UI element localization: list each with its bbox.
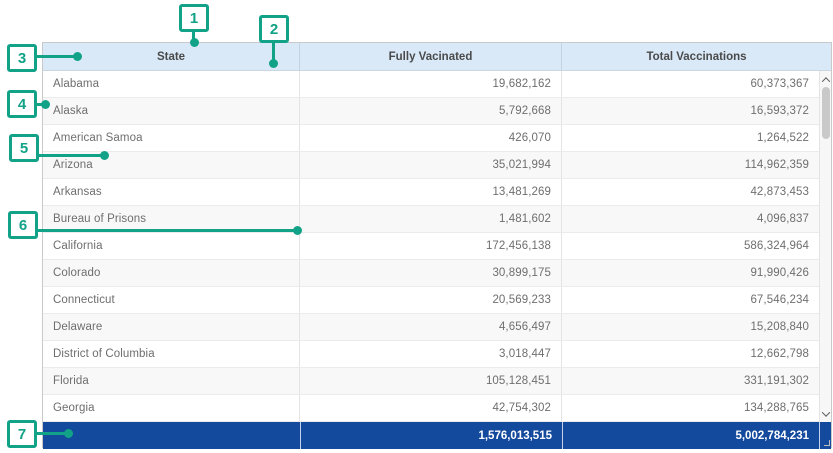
callout-1-dot (190, 38, 199, 47)
cell-fully-vacinated: 5,792,668 (300, 98, 562, 124)
table-row[interactable]: Arizona 35,021,994 114,962,359 (43, 152, 819, 179)
table-row[interactable]: Georgia 42,754,302 134,288,765 (43, 395, 819, 422)
table-row[interactable]: Colorado 30,899,175 91,990,426 (43, 260, 819, 287)
summary-total-vaccinations: 5,002,784,231 (562, 422, 819, 449)
summary-row: 1,576,013,515 5,002,784,231 (43, 422, 831, 449)
cell-fully-vacinated: 35,021,994 (300, 152, 562, 178)
scroll-down-button[interactable] (820, 407, 831, 420)
callout-7-dot (64, 429, 73, 438)
table-row[interactable]: Alabama 19,682,162 60,373,367 (43, 71, 819, 98)
table-body: Alabama 19,682,162 60,373,367 Alaska 5,7… (43, 71, 819, 422)
cell-total-vaccinations: 586,324,964 (562, 233, 819, 259)
cell-fully-vacinated: 19,682,162 (300, 71, 562, 97)
scrollbar-thumb[interactable] (822, 87, 830, 139)
cell-state: Connecticut (43, 287, 300, 313)
cell-state: Colorado (43, 260, 300, 286)
table-row[interactable]: California 172,456,138 586,324,964 (43, 233, 819, 260)
cell-state: Delaware (43, 314, 300, 340)
callout-5-line (39, 154, 104, 157)
cell-state: District of Columbia (43, 341, 300, 367)
cell-total-vaccinations: 1,264,522 (562, 125, 819, 151)
cell-total-vaccinations: 331,191,302 (562, 368, 819, 394)
cell-total-vaccinations: 42,873,453 (562, 179, 819, 205)
callout-6-dot (293, 226, 302, 235)
chevron-down-icon (821, 408, 829, 416)
table-row[interactable]: American Samoa 426,070 1,264,522 (43, 125, 819, 152)
column-header-total-vaccinations[interactable]: Total Vaccinations (562, 43, 831, 70)
callout-6-line (38, 229, 297, 232)
cell-state: Alaska (43, 98, 300, 124)
callout-1-marker: 1 (179, 4, 209, 32)
callout-3-dot (73, 52, 82, 61)
callout-2-dot (269, 59, 278, 68)
cell-fully-vacinated: 3,018,447 (300, 341, 562, 367)
cell-total-vaccinations: 60,373,367 (562, 71, 819, 97)
callout-2-marker: 2 (259, 15, 289, 43)
cell-fully-vacinated: 4,656,497 (300, 314, 562, 340)
cell-fully-vacinated: 42,754,302 (300, 395, 562, 421)
cell-total-vaccinations: 91,990,426 (562, 260, 819, 286)
cell-fully-vacinated: 172,456,138 (300, 233, 562, 259)
callout-3-marker: 3 (7, 44, 37, 72)
cell-total-vaccinations: 134,288,765 (562, 395, 819, 421)
table-row[interactable]: Delaware 4,656,497 15,208,840 (43, 314, 819, 341)
cell-state: California (43, 233, 300, 259)
cell-state: Arkansas (43, 179, 300, 205)
callout-6-marker: 6 (8, 211, 38, 239)
page: State Fully Vacinated Total Vaccinations… (0, 0, 833, 453)
data-table: State Fully Vacinated Total Vaccinations… (42, 42, 832, 448)
cell-state: Florida (43, 368, 300, 394)
callout-7-marker: 7 (7, 420, 37, 448)
table-header: State Fully Vacinated Total Vaccinations (43, 43, 831, 71)
callout-3-line (37, 55, 77, 58)
callout-5-marker: 5 (9, 134, 39, 162)
callout-5-dot (100, 151, 109, 160)
scroll-up-button[interactable] (820, 73, 831, 86)
cell-total-vaccinations: 114,962,359 (562, 152, 819, 178)
cell-fully-vacinated: 20,569,233 (300, 287, 562, 313)
cell-fully-vacinated: 1,481,602 (300, 206, 562, 232)
table-row[interactable]: Arkansas 13,481,269 42,873,453 (43, 179, 819, 206)
table-row[interactable]: Alaska 5,792,668 16,593,372 (43, 98, 819, 125)
cell-fully-vacinated: 13,481,269 (300, 179, 562, 205)
summary-state-cell (43, 422, 300, 449)
cell-state: Alabama (43, 71, 300, 97)
cell-state: American Samoa (43, 125, 300, 151)
cell-fully-vacinated: 426,070 (300, 125, 562, 151)
resize-grip-icon (824, 440, 830, 446)
callout-4-dot (41, 100, 50, 109)
table-row[interactable]: District of Columbia 3,018,447 12,662,79… (43, 341, 819, 368)
cell-total-vaccinations: 16,593,372 (562, 98, 819, 124)
cell-total-vaccinations: 12,662,798 (562, 341, 819, 367)
table-row[interactable]: Florida 105,128,451 331,191,302 (43, 368, 819, 395)
cell-fully-vacinated: 105,128,451 (300, 368, 562, 394)
cell-fully-vacinated: 30,899,175 (300, 260, 562, 286)
table-row[interactable]: Connecticut 20,569,233 67,546,234 (43, 287, 819, 314)
cell-total-vaccinations: 67,546,234 (562, 287, 819, 313)
summary-fully-vacinated: 1,576,013,515 (300, 422, 562, 449)
vertical-scrollbar[interactable] (819, 71, 831, 422)
chevron-up-icon (821, 77, 829, 85)
cell-total-vaccinations: 15,208,840 (562, 314, 819, 340)
callout-4-marker: 4 (7, 90, 37, 118)
cell-total-vaccinations: 4,096,837 (562, 206, 819, 232)
column-header-fully-vacinated[interactable]: Fully Vacinated (300, 43, 562, 70)
cell-state: Georgia (43, 395, 300, 421)
